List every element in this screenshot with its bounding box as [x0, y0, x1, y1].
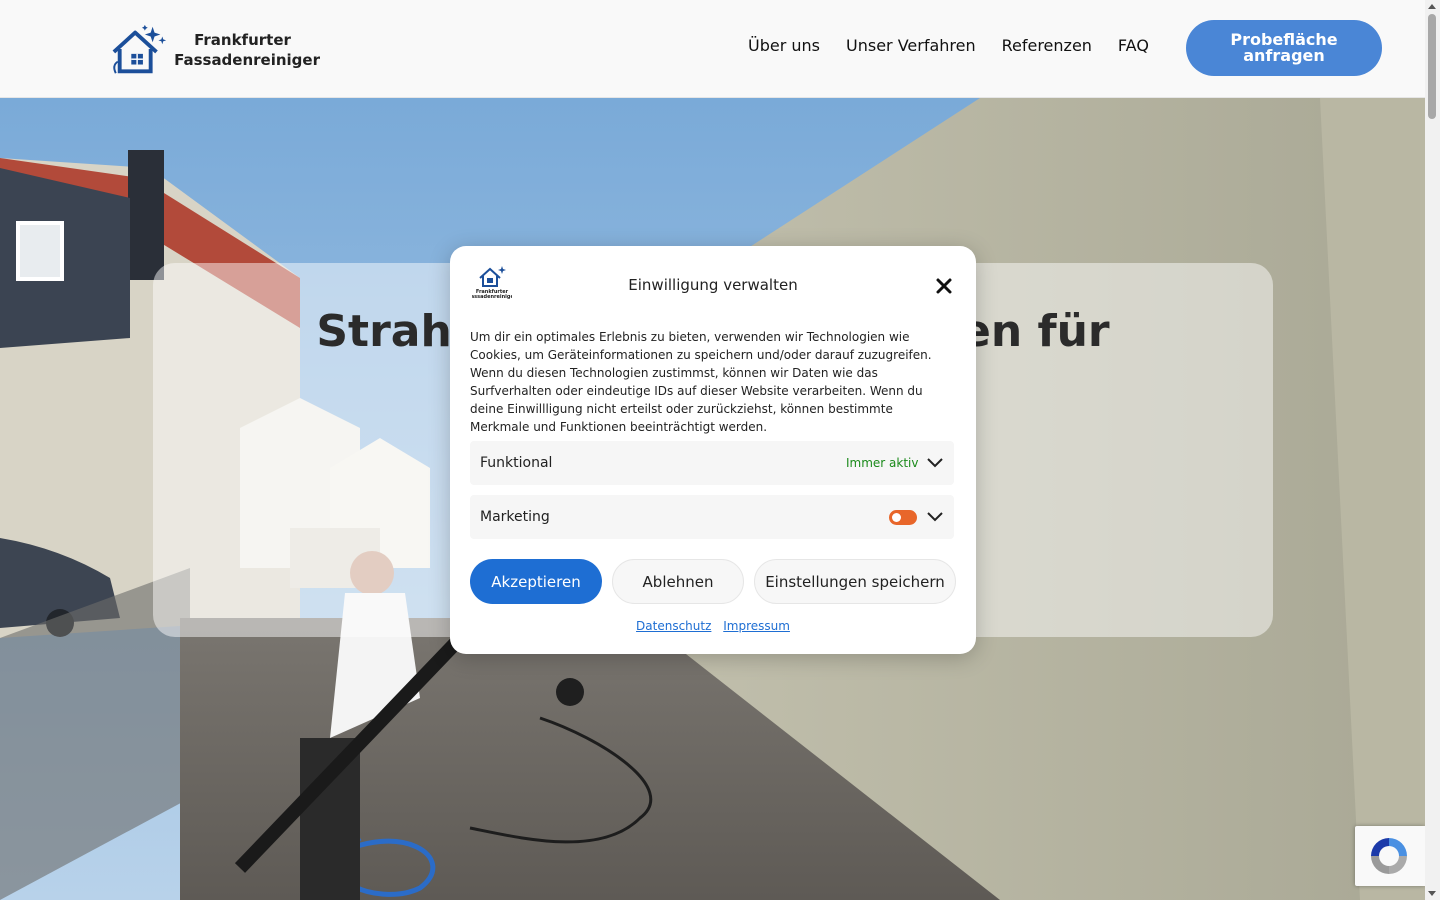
- scroll-thumb[interactable]: [1428, 14, 1436, 119]
- scroll-down-arrow-icon[interactable]: [1428, 891, 1436, 896]
- toggle-knob: [892, 513, 901, 522]
- site-header: Frankfurter Fassadenreiniger Über uns Un…: [0, 0, 1425, 98]
- scroll-up-arrow-icon[interactable]: [1428, 4, 1436, 9]
- page-scrollbar[interactable]: [1425, 0, 1440, 900]
- main-nav: Über uns Unser Verfahren Referenzen FAQ: [748, 36, 1149, 55]
- request-sample-button[interactable]: Probefläche anfragen: [1186, 20, 1382, 76]
- category-functional[interactable]: Funktional Immer aktiv: [470, 441, 954, 485]
- marketing-toggle[interactable]: [889, 510, 917, 525]
- nav-item-unser-verfahren[interactable]: Unser Verfahren: [846, 36, 976, 55]
- recaptcha-badge[interactable]: [1355, 826, 1425, 886]
- save-preferences-button[interactable]: Einstellungen speichern: [754, 559, 956, 604]
- close-icon[interactable]: [934, 276, 954, 296]
- nav-item-faq[interactable]: FAQ: [1118, 36, 1149, 55]
- svg-text:Fassadenreiniger: Fassadenreiniger: [472, 294, 512, 300]
- chevron-down-icon[interactable]: [926, 455, 944, 471]
- category-functional-label: Funktional: [480, 455, 553, 471]
- category-marketing-label: Marketing: [480, 509, 550, 525]
- nav-item-ueber-uns[interactable]: Über uns: [748, 36, 820, 55]
- deny-button[interactable]: Ablehnen: [612, 559, 744, 604]
- logo-line-2: Fassadenreiniger: [174, 51, 320, 69]
- nav-item-referenzen[interactable]: Referenzen: [1002, 36, 1092, 55]
- accept-button[interactable]: Akzeptieren: [470, 559, 602, 604]
- house-sparkle-icon: [112, 24, 167, 74]
- consent-links: Datenschutz Impressum: [450, 619, 976, 633]
- recaptcha-icon: [1371, 838, 1407, 874]
- category-marketing[interactable]: Marketing: [470, 495, 954, 539]
- imprint-link[interactable]: Impressum: [723, 619, 790, 633]
- site-logo[interactable]: Frankfurter Fassadenreiniger: [110, 22, 320, 78]
- always-active-status: Immer aktiv: [846, 456, 919, 470]
- privacy-link[interactable]: Datenschutz: [636, 619, 711, 633]
- logo-text: Frankfurter Fassadenreiniger: [174, 30, 320, 70]
- consent-description: Um dir ein optimales Erlebnis zu bieten,…: [470, 330, 932, 434]
- request-sample-label: Probefläche anfragen: [1230, 30, 1338, 65]
- logo-line-1: Frankfurter: [194, 31, 291, 49]
- consent-dialog: Frankfurter Fassadenreiniger Einwilligun…: [450, 246, 976, 654]
- consent-title: Einwilligung verwalten: [628, 276, 798, 294]
- chevron-down-icon[interactable]: [926, 509, 944, 525]
